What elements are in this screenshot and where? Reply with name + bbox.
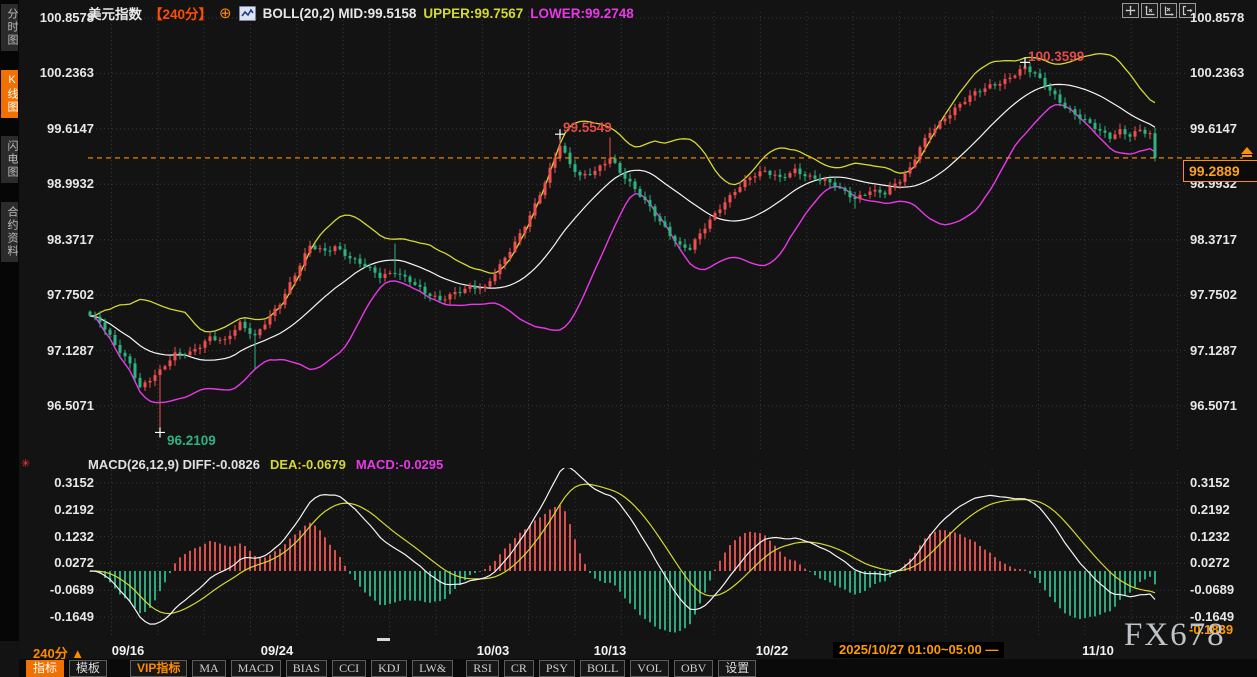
price-axis-label: 97.1287 bbox=[1190, 342, 1237, 358]
macd-header: MACD(26,12,9) DIFF:-0.0826 DEA:-0.0679 M… bbox=[88, 457, 443, 473]
price-axis-label: 97.1287 bbox=[47, 342, 94, 358]
vol-button[interactable]: VOL bbox=[630, 659, 669, 677]
macd-chart-layer[interactable] bbox=[0, 0, 1257, 641]
swing-high-annotation: 99.5549 bbox=[563, 120, 612, 135]
pan-tool-button[interactable] bbox=[1122, 3, 1139, 18]
price-marker-icon bbox=[1241, 147, 1253, 157]
macd-value: MACD:-0.0295 bbox=[355, 457, 444, 472]
price-axis-label: 98.3717 bbox=[1190, 231, 1237, 247]
price-axis-label: 100.2363 bbox=[39, 65, 94, 81]
ma-button[interactable]: MA bbox=[192, 659, 226, 677]
cr-button[interactable]: CR bbox=[503, 659, 534, 677]
price-axis-label: 99.6147 bbox=[47, 120, 94, 136]
macd-button[interactable]: MACD bbox=[230, 659, 281, 677]
indicator-button[interactable]: 指标 bbox=[26, 659, 65, 677]
date-axis-row: 240分 ▲ 2025/10/27 01:00~05:00 — 09/16 09/… bbox=[19, 641, 1257, 661]
boll-upper-value: UPPER:99.7567 bbox=[423, 5, 524, 21]
price-axis-label: 97.7502 bbox=[47, 287, 94, 303]
fx678-watermark: FX678 bbox=[1124, 617, 1226, 653]
date-tick-11-10: 11/10 bbox=[1082, 643, 1114, 658]
macd-diff-value: MACD(26,12,9) DIFF:-0.0826 bbox=[88, 457, 260, 472]
date-tick-09-24: 09/24 bbox=[260, 643, 294, 658]
tab-time-chart[interactable]: 分时图 bbox=[1, 4, 18, 51]
date-tick-09-16: 09/16 bbox=[111, 643, 145, 658]
rsi-button[interactable]: RSI bbox=[466, 659, 499, 677]
trading-app-window: 美元指数 【240分】 ⊕ BOLL(20,2) MID:99.5158 UPP… bbox=[0, 0, 1257, 677]
macd-dea-value: DEA:-0.0679 bbox=[269, 457, 346, 472]
price-axis-label: 0.1232 bbox=[54, 528, 94, 544]
chart-type-sidebar: 分时图 K线图闪电图合约资料 bbox=[0, 0, 19, 641]
price-axis-label: 96.5071 bbox=[1190, 398, 1237, 413]
tab-flash-chart[interactable]: 闪电图 bbox=[1, 136, 18, 183]
mini-chart-icon bbox=[238, 5, 256, 21]
period-badge: 【240分】 bbox=[149, 7, 213, 22]
date-tick-10-22: 10/22 bbox=[755, 643, 789, 658]
price-axis-label: 100.8578 bbox=[39, 10, 94, 25]
current-price-tag: 99.2889 bbox=[1183, 160, 1257, 182]
price-axis-label: 99.6147 bbox=[1190, 120, 1237, 136]
price-axis-label: 0.0272 bbox=[54, 555, 94, 571]
scale-y-axis-button[interactable] bbox=[1141, 3, 1158, 18]
boll-button[interactable]: BOLL bbox=[579, 659, 626, 677]
price-axis-label: 0.3152 bbox=[54, 475, 94, 490]
selected-candle-time: 2025/10/27 01:00~05:00 — bbox=[833, 642, 1005, 658]
boll-lower-value: LOWER:99.2748 bbox=[530, 5, 634, 21]
chart-title-row: 美元指数 【240分】 ⊕ BOLL(20,2) MID:99.5158 UPP… bbox=[88, 4, 634, 22]
price-axis-label: 98.3717 bbox=[47, 231, 94, 247]
price-axis-label: 100.2363 bbox=[1190, 65, 1245, 81]
chart-tool-buttons bbox=[1122, 3, 1196, 18]
price-axis-label: 0.2192 bbox=[1190, 501, 1230, 517]
bias-button[interactable]: BIAS bbox=[285, 659, 328, 677]
price-axis-label: -0.0689 bbox=[1190, 582, 1235, 598]
zoom-out-icon[interactable]: ⊕ bbox=[219, 4, 232, 22]
price-axis-label: -0.0689 bbox=[49, 582, 94, 598]
chart-canvas[interactable]: 美元指数 【240分】 ⊕ BOLL(20,2) MID:99.5158 UPP… bbox=[0, 0, 1257, 642]
cci-button[interactable]: CCI bbox=[332, 659, 367, 677]
indicator-flag-icon[interactable]: ✳ bbox=[21, 457, 30, 470]
indicator-toolbar: 指标 模板 VIP指标 MA MACD BIAS CCI KDJ LW& RSI CR PSY BOLL… bbox=[19, 659, 1257, 677]
vip-indicator-button[interactable]: VIP指标 bbox=[130, 659, 188, 677]
boll-mid-value: BOLL(20,2) MID:99.5158 bbox=[262, 5, 417, 21]
tab-contract-info[interactable]: 合约资料 bbox=[1, 202, 18, 262]
price-axis-label: 0.3152 bbox=[1190, 475, 1230, 490]
price-axis-label: 96.5071 bbox=[47, 398, 94, 413]
kdj-button[interactable]: KDJ bbox=[371, 659, 408, 677]
symbol-name: 美元指数 bbox=[88, 7, 142, 22]
price-axis-label: 100.8578 bbox=[1190, 10, 1245, 25]
price-axis-label: 0.2192 bbox=[54, 501, 94, 517]
swing-low-annotation: 96.2109 bbox=[167, 433, 216, 448]
date-tick-10-13: 10/13 bbox=[593, 643, 627, 658]
price-axis-label: 97.7502 bbox=[1190, 287, 1237, 303]
obv-button[interactable]: OBV bbox=[673, 659, 714, 677]
price-axis-label: 0.1232 bbox=[1190, 528, 1230, 544]
price-axis-label: 0.0272 bbox=[1190, 555, 1230, 571]
peak-high-annotation: 100.3599 bbox=[1028, 49, 1085, 64]
tab-candlestick-chart[interactable]: K线图 bbox=[1, 70, 18, 118]
date-tick-10-03: 10/03 bbox=[476, 643, 510, 658]
template-button[interactable]: 模板 bbox=[69, 659, 108, 677]
price-axis-label: 98.9932 bbox=[47, 176, 94, 192]
scale-x-axis-button[interactable] bbox=[1160, 3, 1177, 18]
price-axis-label: -0.1649 bbox=[49, 609, 94, 624]
settings-button[interactable]: 设置 bbox=[718, 659, 757, 677]
psy-button[interactable]: PSY bbox=[538, 659, 575, 677]
lw-button[interactable]: LW& bbox=[412, 659, 454, 677]
